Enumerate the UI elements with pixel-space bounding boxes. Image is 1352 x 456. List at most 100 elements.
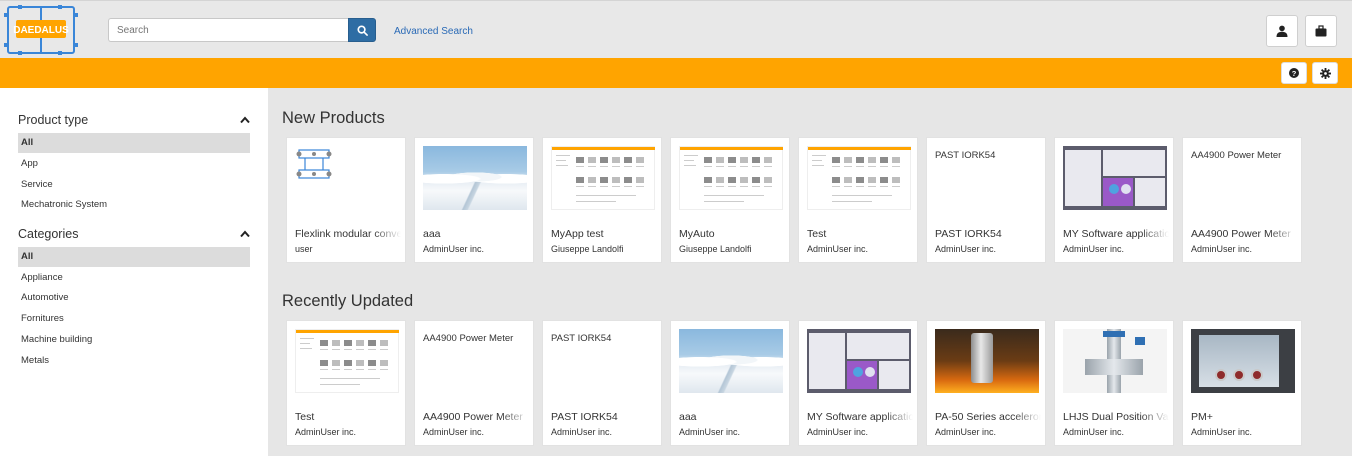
card-image-text: AA4900 Power Meter <box>423 333 514 344</box>
category-automotive[interactable]: Automotive <box>18 288 250 308</box>
card-title[interactable]: MY Software application <box>1063 228 1169 240</box>
product-card[interactable]: MY Software application AdminUser inc. <box>798 320 918 446</box>
card-title[interactable]: MyApp test <box>551 228 657 240</box>
user-icon <box>1276 25 1288 37</box>
card-vendor: AdminUser inc. <box>935 244 997 254</box>
product-card[interactable]: aaa AdminUser inc. <box>414 137 534 263</box>
card-vendor: AdminUser inc. <box>551 427 613 437</box>
category-metals[interactable]: Metals <box>18 351 250 371</box>
product-type-app[interactable]: App <box>18 154 250 174</box>
card-title[interactable]: MY Software application <box>807 411 913 423</box>
app-screenshot-image <box>295 329 399 393</box>
card-image <box>295 329 399 393</box>
product-card[interactable]: Test AdminUser inc. <box>798 137 918 263</box>
category-fornitures[interactable]: Fornitures <box>18 309 250 329</box>
search-input[interactable] <box>108 18 348 42</box>
settings-button[interactable] <box>1312 62 1338 84</box>
card-vendor: AdminUser inc. <box>1191 427 1253 437</box>
new-products-title: New Products <box>282 109 385 127</box>
card-vendor: AdminUser inc. <box>295 427 357 437</box>
card-image-text: AA4900 Power Meter <box>1191 150 1282 161</box>
valve-image <box>1063 329 1167 393</box>
card-title[interactable]: Test <box>295 411 401 423</box>
product-card[interactable]: AA4900 Power Meter AA4900 Power Meter Admi… <box>1182 137 1302 263</box>
logo-text: DAEDALUS <box>13 25 69 36</box>
card-title[interactable]: PAST IORK54 <box>551 411 657 423</box>
search-icon <box>356 24 368 36</box>
card-title[interactable]: PA-50 Series accelerometer <box>935 411 1041 423</box>
product-card[interactable]: PA-50 Series accelerometer AdminUser inc. <box>926 320 1046 446</box>
categories-header[interactable]: Categories <box>18 225 250 243</box>
product-card[interactable]: aaa AdminUser inc. <box>670 320 790 446</box>
help-button[interactable]: ? <box>1281 62 1307 84</box>
power-meter-image <box>1191 329 1295 393</box>
category-machine-building[interactable]: Machine building <box>18 330 250 350</box>
product-type-title: Product type <box>18 113 89 127</box>
card-title[interactable]: PM+ <box>1191 411 1297 423</box>
product-type-header[interactable]: Product type <box>18 111 250 129</box>
product-card[interactable]: PM+ AdminUser inc. <box>1182 320 1302 446</box>
card-image-text: PAST IORK54 <box>935 150 996 161</box>
recently-updated-title: Recently Updated <box>282 292 414 310</box>
category-all[interactable]: All <box>18 247 250 267</box>
product-card[interactable]: PAST IORK54 PAST IORK54 AdminUser inc. <box>926 137 1046 263</box>
gear-icon <box>1319 67 1331 79</box>
product-type-mechatronic-system[interactable]: Mechatronic System <box>18 195 250 215</box>
product-card[interactable]: Flexlink modular conveyor user <box>286 137 406 263</box>
advanced-search-link[interactable]: Advanced Search <box>394 26 473 37</box>
svg-text:?: ? <box>1292 69 1297 78</box>
software-screenshot-image <box>1063 146 1167 210</box>
chevron-up-icon <box>240 230 250 238</box>
card-title[interactable]: LHJS Dual Position Valve <box>1063 411 1169 423</box>
product-card[interactable]: PAST IORK54 PAST IORK54 AdminUser inc. <box>542 320 662 446</box>
categories-title: Categories <box>18 227 79 241</box>
briefcase-button[interactable] <box>1305 15 1337 47</box>
card-title[interactable]: aaa <box>423 228 529 240</box>
product-card[interactable]: MyAuto Giuseppe Landolfi <box>670 137 790 263</box>
snow-landscape-image <box>423 146 527 210</box>
card-vendor: Giuseppe Landolfi <box>679 244 752 254</box>
card-title[interactable]: AA4900 Power Meter <box>1191 228 1297 240</box>
card-image <box>551 146 655 210</box>
product-type-all[interactable]: All <box>18 133 250 153</box>
logo-icon: DAEDALUS <box>4 5 78 55</box>
card-vendor: Giuseppe Landolfi <box>551 244 624 254</box>
card-image <box>295 146 399 210</box>
card-vendor: user <box>295 244 313 254</box>
app-screenshot-image <box>551 146 655 210</box>
app-screenshot-image <box>807 146 911 210</box>
card-image <box>807 329 911 393</box>
daedalus-logo[interactable]: DAEDALUS <box>4 5 78 55</box>
card-title[interactable]: aaa <box>679 411 785 423</box>
product-card[interactable]: LHJS Dual Position Valve AdminUser inc. <box>1054 320 1174 446</box>
card-vendor: AdminUser inc. <box>679 427 741 437</box>
product-type-service[interactable]: Service <box>18 175 250 195</box>
card-title[interactable]: PAST IORK54 <box>935 228 1041 240</box>
card-image <box>423 146 527 210</box>
card-image <box>935 329 1039 393</box>
product-card[interactable]: MY Software application AdminUser inc. <box>1054 137 1174 263</box>
card-vendor: AdminUser inc. <box>423 427 485 437</box>
card-title[interactable]: Flexlink modular conveyor <box>295 228 401 240</box>
help-icon: ? <box>1289 68 1299 78</box>
briefcase-icon <box>1315 25 1327 37</box>
card-title[interactable]: MyAuto <box>679 228 785 240</box>
card-vendor: AdminUser inc. <box>1063 427 1125 437</box>
product-card[interactable]: Test AdminUser inc. <box>286 320 406 446</box>
user-button[interactable] <box>1266 15 1298 47</box>
card-image <box>1191 329 1295 393</box>
card-title[interactable]: AA4900 Power Meter <box>423 411 529 423</box>
filter-sidebar: Product type All App Service Mechatronic… <box>0 88 268 456</box>
product-card[interactable]: MyApp test Giuseppe Landolfi <box>542 137 662 263</box>
card-vendor: AdminUser inc. <box>1063 244 1125 254</box>
card-image <box>679 146 783 210</box>
product-card[interactable]: AA4900 Power Meter AA4900 Power Meter Admi… <box>414 320 534 446</box>
card-image <box>679 329 783 393</box>
top-header: DAEDALUS Advanced Search <box>0 0 1352 58</box>
card-image-text: PAST IORK54 <box>551 333 612 344</box>
card-vendor: AdminUser inc. <box>807 244 869 254</box>
category-appliance[interactable]: Appliance <box>18 268 250 288</box>
card-title[interactable]: Test <box>807 228 913 240</box>
card-image <box>1063 146 1167 210</box>
search-button[interactable] <box>348 18 376 42</box>
